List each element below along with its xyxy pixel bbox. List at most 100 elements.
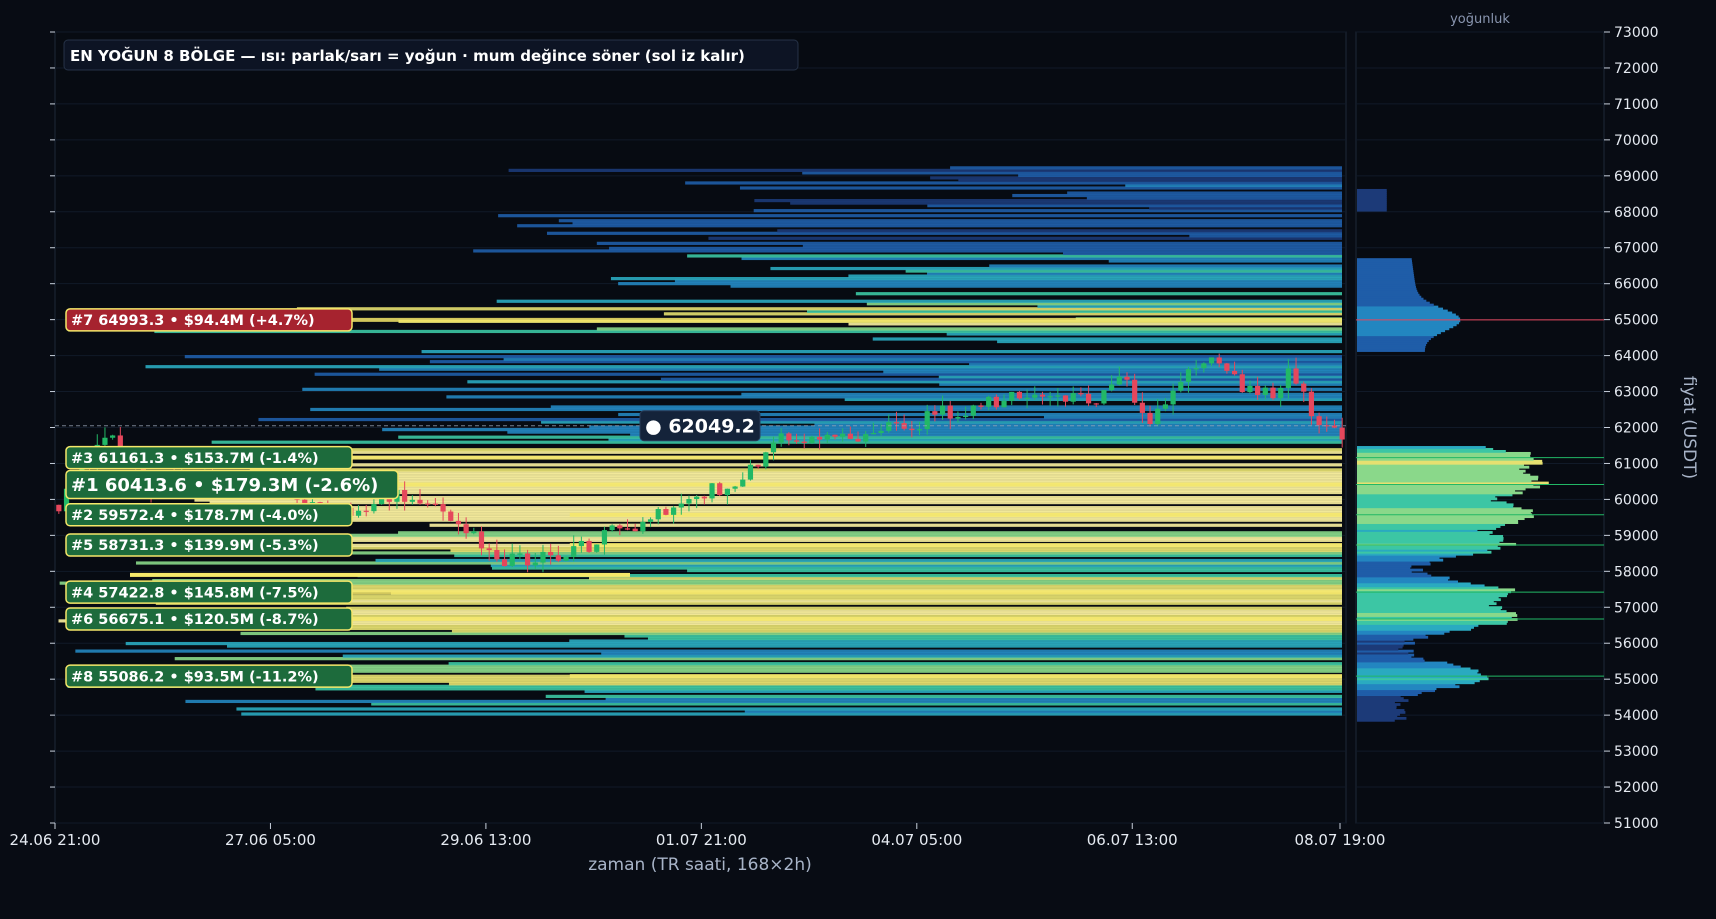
candle-body xyxy=(1109,384,1115,391)
y-tick-label: 56000 xyxy=(1614,636,1659,652)
zone-label-text: #4 57422.8 • $145.8M (-7.5%) xyxy=(71,585,319,601)
zone-heat-line xyxy=(338,482,1342,487)
zone-label-text: #5 58731.3 • $139.9M (-5.3%) xyxy=(71,538,319,554)
x-tick-label: 01.07 21:00 xyxy=(656,831,747,849)
candle-body xyxy=(509,553,515,567)
candle-body xyxy=(801,441,807,443)
candle-body xyxy=(847,433,853,439)
y-tick-label: 61000 xyxy=(1614,456,1659,472)
candle-body xyxy=(832,434,838,437)
zone-heat-line xyxy=(569,512,1342,517)
candle-body xyxy=(1039,394,1046,397)
candle-body xyxy=(939,405,946,415)
candle-body xyxy=(1301,383,1307,392)
candle-body xyxy=(409,499,415,502)
y-tick-label: 73000 xyxy=(1614,25,1659,41)
heat-bar xyxy=(375,558,1342,563)
candle-body xyxy=(1147,412,1153,425)
y-tick-label: 58000 xyxy=(1614,564,1659,580)
candle-body xyxy=(1001,400,1007,408)
zone-heat-line xyxy=(338,590,1342,595)
candle-body xyxy=(1231,370,1238,375)
density-bar xyxy=(1357,188,1387,192)
candle-body xyxy=(624,528,631,530)
heat-bar xyxy=(249,468,1342,472)
candle-body xyxy=(986,396,992,407)
candle-body xyxy=(1162,404,1169,409)
candle-body xyxy=(924,411,930,430)
candle-body xyxy=(1316,416,1322,426)
heat-bar xyxy=(421,349,1343,354)
candle-body xyxy=(793,440,800,442)
candle-body xyxy=(1155,408,1161,425)
candle-body xyxy=(709,483,715,499)
candle-body xyxy=(970,405,976,416)
y-tick-label: 52000 xyxy=(1614,780,1659,796)
candle-body xyxy=(916,429,923,431)
candle-body xyxy=(978,405,984,407)
candle-body xyxy=(402,490,408,502)
y-tick-label: 59000 xyxy=(1614,528,1659,544)
zone-label-text: #6 56675.1 • $120.5M (-8.7%) xyxy=(71,612,319,628)
heat-bar xyxy=(558,219,1342,223)
heat-bar xyxy=(448,662,1342,666)
candle-body xyxy=(1224,363,1230,371)
candle-body xyxy=(355,510,362,516)
y-tick-label: 55000 xyxy=(1614,672,1659,688)
candle-body xyxy=(463,524,469,534)
candle-body xyxy=(455,520,462,525)
y-tick-label: 69000 xyxy=(1614,169,1659,185)
x-tick-label: 04.07 05:00 xyxy=(871,831,962,849)
candle-body xyxy=(102,437,108,445)
candle-body xyxy=(809,436,815,443)
candle-body xyxy=(1170,390,1176,405)
candle-body xyxy=(1262,387,1268,395)
candle-body xyxy=(893,422,900,424)
candle-body xyxy=(1055,395,1061,397)
candle-body xyxy=(471,531,477,534)
candle-body xyxy=(640,521,646,532)
heat-bar xyxy=(75,649,1342,653)
candle-body xyxy=(601,530,608,545)
candle-body xyxy=(363,510,369,512)
zone-label-text: #2 59572.4 • $178.7M (-4.0%) xyxy=(71,508,319,524)
y-tick-label: 60000 xyxy=(1614,492,1659,508)
candle-body xyxy=(1139,402,1145,413)
y-tick-label: 67000 xyxy=(1614,241,1659,257)
heat-bar xyxy=(550,405,1342,409)
zone-label-text: #8 55086.2 • $93.5M (-11.2%) xyxy=(71,669,319,685)
candle-body xyxy=(855,438,861,442)
candle-body xyxy=(1016,391,1023,399)
candle-body xyxy=(747,464,754,480)
candle-body xyxy=(617,525,623,529)
candle-body xyxy=(932,411,938,415)
candle-body xyxy=(440,504,446,512)
candle-body xyxy=(909,428,915,431)
zone-label-text: #1 60413.6 • $179.3M (-2.6%) xyxy=(71,475,378,496)
candle-body xyxy=(1085,393,1092,404)
candle-body xyxy=(425,503,431,505)
candle-body xyxy=(770,442,777,453)
candle-body xyxy=(1070,393,1076,402)
candle-body xyxy=(878,430,884,434)
candle-body xyxy=(432,503,438,505)
density-bar xyxy=(1357,446,1486,449)
chart-title: EN YOĞUN 8 BÖLGE — ısı: parlak/sarı = yo… xyxy=(70,46,745,65)
candle-body xyxy=(1124,376,1130,380)
candle-body xyxy=(947,405,953,419)
heat-bar xyxy=(950,166,1342,170)
candle-body xyxy=(840,433,846,437)
candle-body xyxy=(686,499,692,504)
candle-body xyxy=(1116,376,1122,385)
candle-body xyxy=(1178,381,1184,391)
y-tick-label: 66000 xyxy=(1614,277,1659,293)
y-tick-label: 64000 xyxy=(1614,349,1659,365)
heat-bar xyxy=(429,523,1343,527)
zone-heat-line xyxy=(338,317,1342,322)
candle-body xyxy=(732,486,738,489)
candle-body xyxy=(1285,368,1291,389)
candle-body xyxy=(694,496,700,500)
candle-body xyxy=(1339,427,1345,440)
candle-body xyxy=(1032,394,1038,398)
candle-body xyxy=(417,499,423,504)
